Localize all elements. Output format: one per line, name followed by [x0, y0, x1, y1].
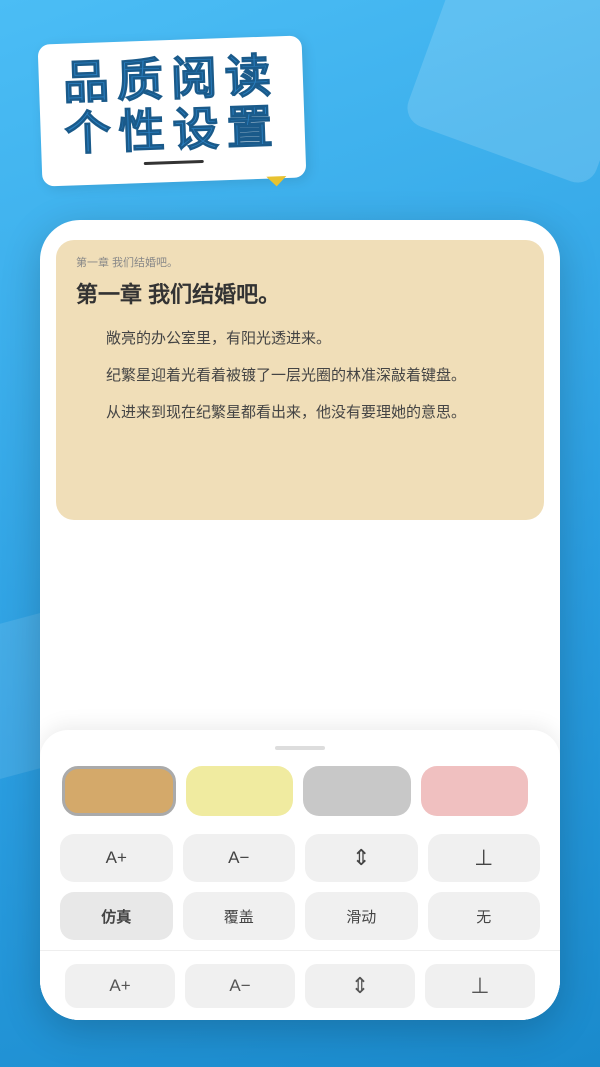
para-spacing-icon: ⊥	[474, 845, 493, 871]
mode-fanzhen-label: 仿真	[101, 906, 131, 927]
bottom-para-spacing-button[interactable]: ⊥	[425, 964, 535, 1008]
paragraph-1: 敞亮的办公室里，有阳光透进来。	[76, 325, 524, 352]
bottom-font-bigger-button[interactable]: A+	[65, 964, 175, 1008]
phone-mockup: 第一章 我们结婚吧。 第一章 我们结婚吧。 敞亮的办公室里，有阳光透进来。 纪繁…	[40, 220, 560, 1020]
font-bigger-button[interactable]: A+	[60, 834, 173, 882]
drag-handle[interactable]	[275, 746, 325, 750]
mode-wu-label: 无	[476, 906, 491, 927]
header-title-line2: 个性设置	[64, 101, 282, 159]
font-controls-row: A+ A− ⇕ ⊥	[60, 834, 540, 882]
chapter-title: 第一章 我们结婚吧。	[76, 280, 524, 311]
color-swatch-tan[interactable]	[62, 766, 176, 816]
chapter-label: 第一章 我们结婚吧。	[76, 254, 524, 270]
bottom-para-spacing-icon: ⊥	[470, 973, 489, 999]
font-smaller-button[interactable]: A−	[183, 834, 296, 882]
bottom-font-smaller-button[interactable]: A−	[185, 964, 295, 1008]
line-spacing-icon: ⇕	[352, 845, 370, 871]
color-row	[60, 762, 540, 820]
reading-area: 第一章 我们结婚吧。 第一章 我们结婚吧。 敞亮的办公室里，有阳光透进来。 纪繁…	[56, 240, 544, 520]
bottom-line-spacing-icon: ⇕	[351, 973, 369, 999]
header-section: 品质阅读 个性设置	[0, 0, 600, 202]
header-title-line1: 品质阅读	[62, 50, 280, 108]
color-swatch-gray[interactable]	[303, 766, 411, 816]
font-smaller-label: A−	[228, 848, 249, 868]
paragraph-2: 纪繁星迎着光看着被镀了一层光圈的林准深敲着键盘。	[76, 362, 524, 389]
mode-fugai-button[interactable]: 覆盖	[183, 892, 296, 940]
header-underline	[144, 160, 204, 165]
mode-fanzhen-button[interactable]: 仿真	[60, 892, 173, 940]
mode-huidong-label: 滑动	[346, 906, 376, 927]
bottom-line-spacing-button[interactable]: ⇕	[305, 964, 415, 1008]
header-banner: 品质阅读 个性设置	[38, 35, 307, 186]
bottom-font-bigger-label: A+	[109, 976, 130, 996]
mode-wu-button[interactable]: 无	[428, 892, 541, 940]
mode-fugai-label: 覆盖	[224, 906, 254, 927]
mode-row: 仿真 覆盖 滑动 无	[60, 892, 540, 940]
paragraph-3: 从进来到现在纪繁星都看出来，他没有要理她的意思。	[76, 399, 524, 426]
para-spacing-button[interactable]: ⊥	[428, 834, 541, 882]
mode-huidong-button[interactable]: 滑动	[305, 892, 418, 940]
font-bigger-label: A+	[106, 848, 127, 868]
line-spacing-button[interactable]: ⇕	[305, 834, 418, 882]
bottom-bar: A+ A− ⇕ ⊥	[40, 950, 560, 1020]
color-swatch-pink[interactable]	[421, 766, 529, 816]
bottom-font-smaller-label: A−	[229, 976, 250, 996]
color-swatch-yellow[interactable]	[186, 766, 294, 816]
